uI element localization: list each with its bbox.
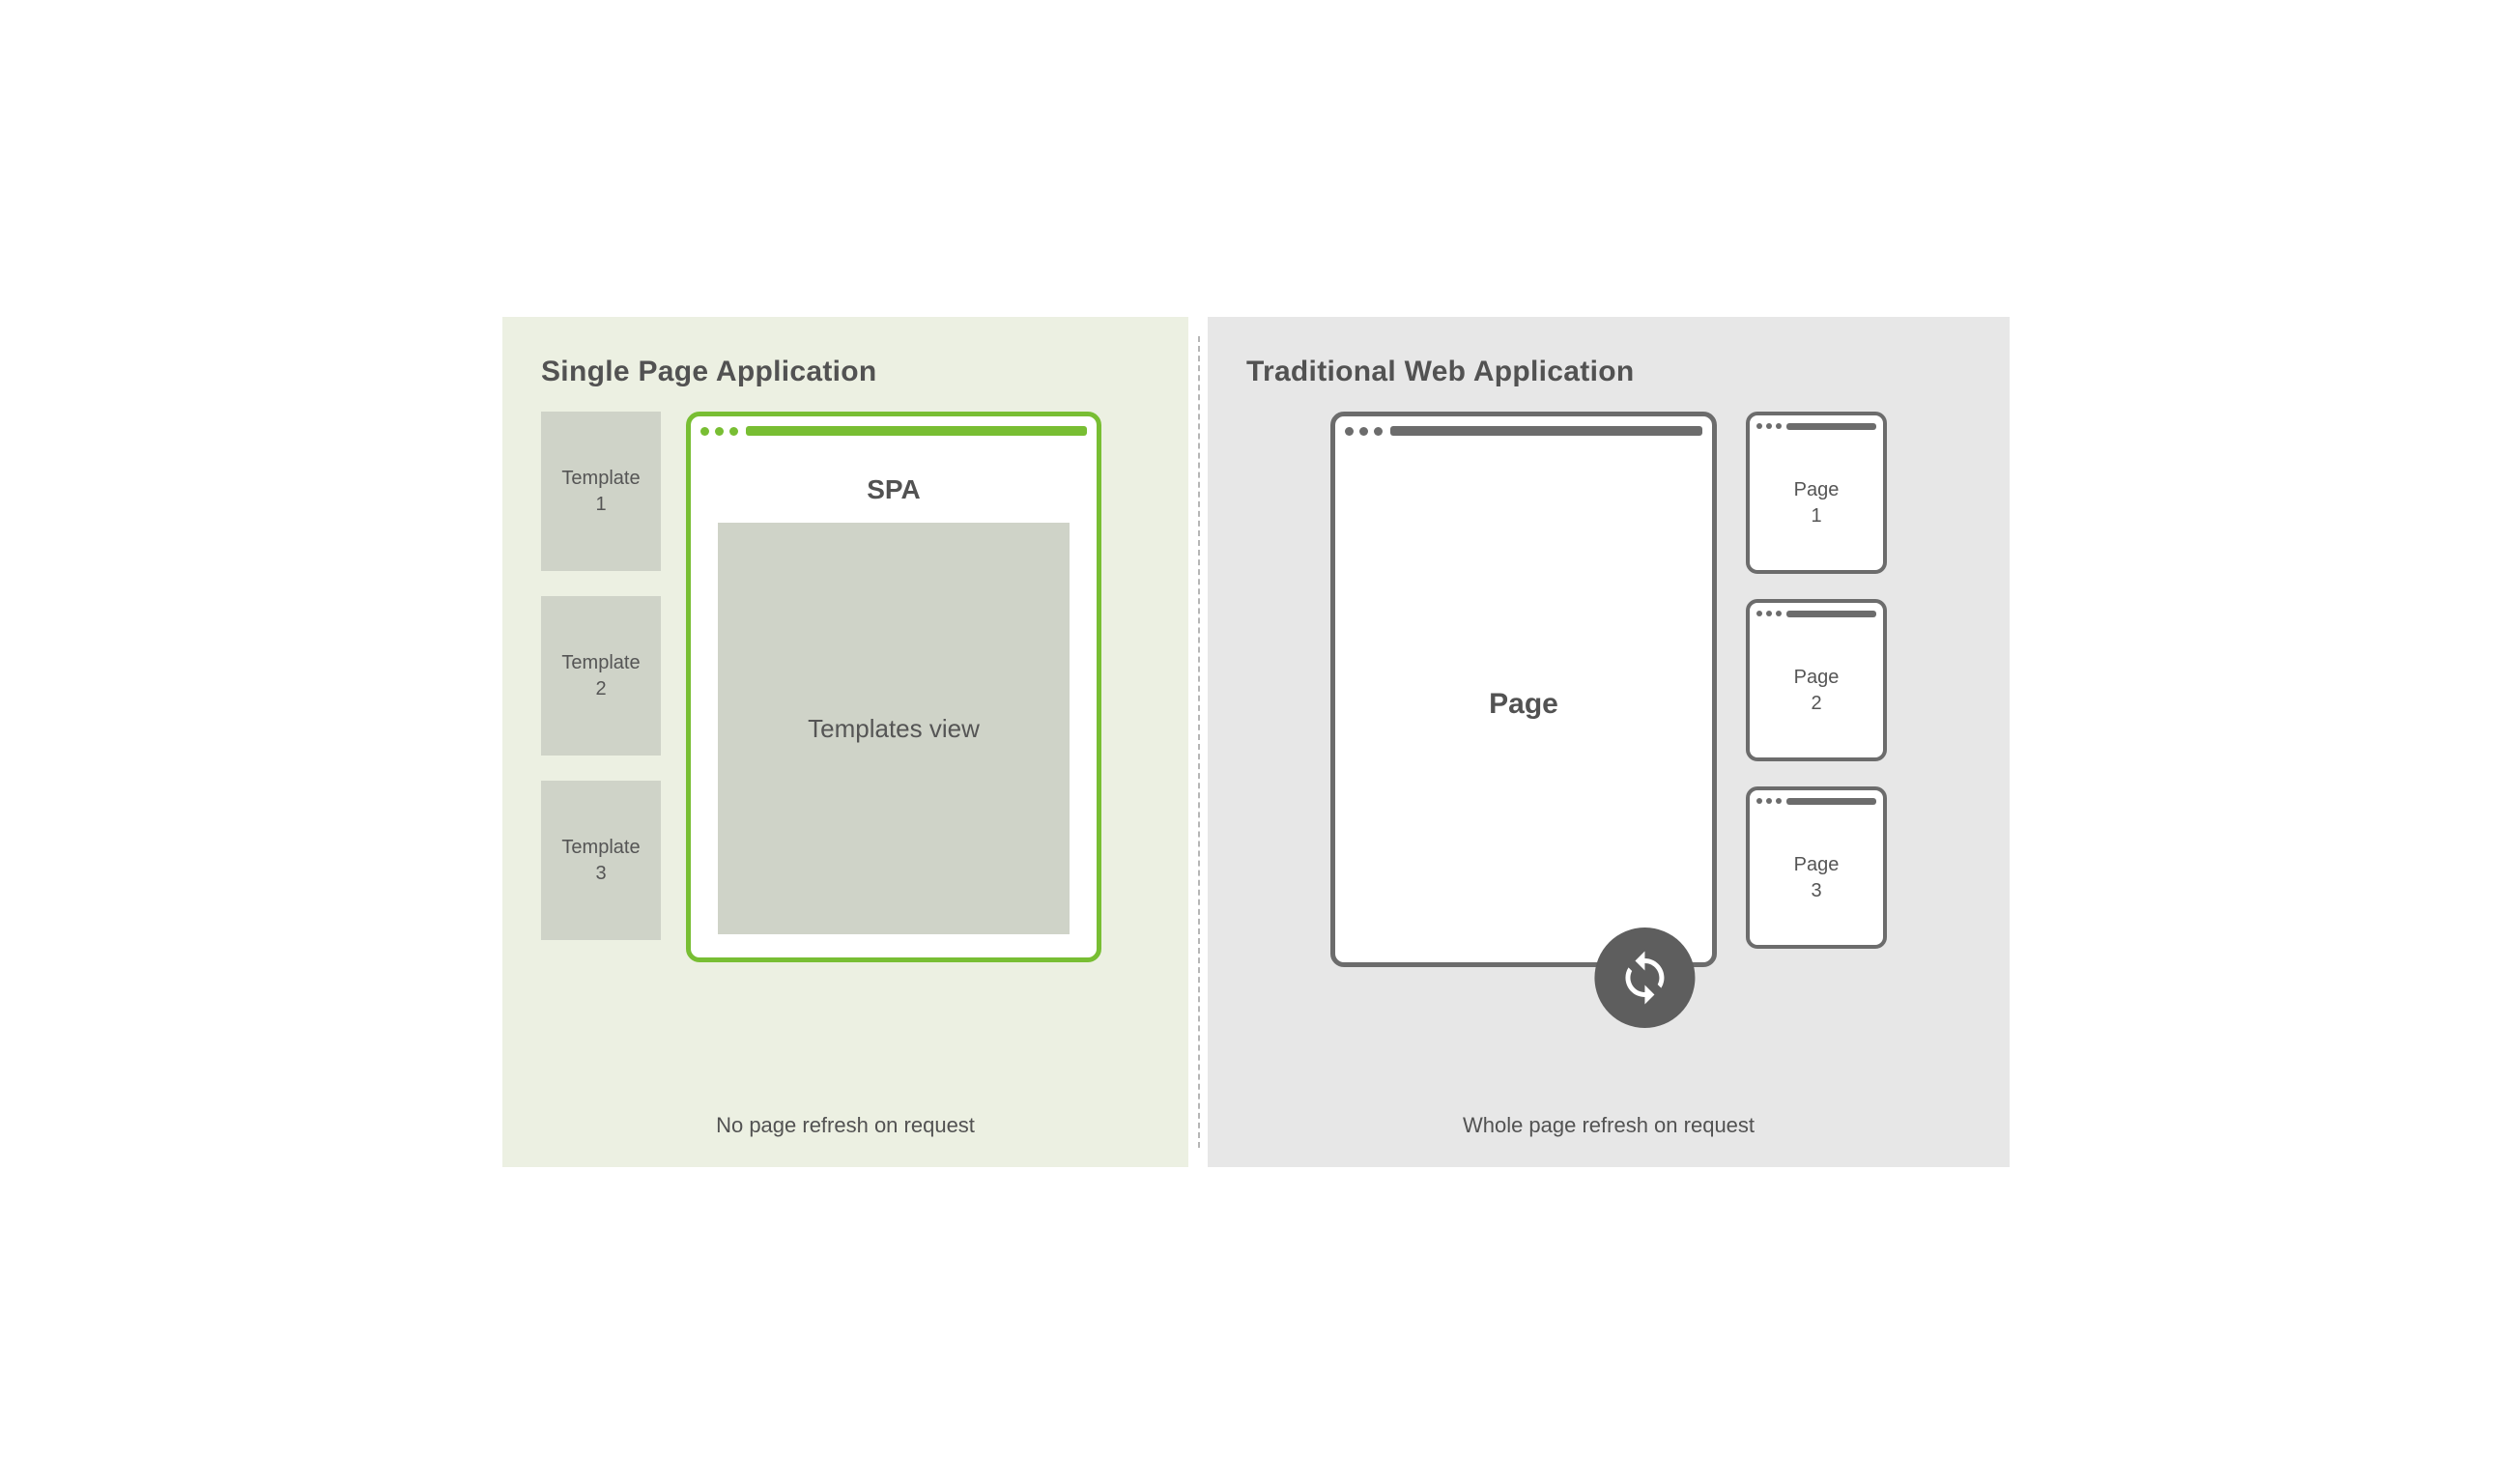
- template-tile: Template 3: [541, 781, 661, 940]
- mini-page-label: Page 3: [1750, 812, 1883, 945]
- traffic-lights-icon: [1345, 427, 1383, 436]
- mini-page-window: Page 2: [1746, 599, 1887, 761]
- browser-chrome: [1750, 790, 1883, 812]
- mini-page-label: Page 1: [1750, 437, 1883, 570]
- traditional-main-window: Page: [1330, 412, 1717, 967]
- page-stack: Page 1 Page 2 Page 3: [1746, 412, 1887, 1099]
- mini-page-label: Page 2: [1750, 624, 1883, 757]
- spa-caption: No page refresh on request: [541, 1113, 1150, 1138]
- spa-diagram: Template 1 Template 2 Template 3 SPA Tem…: [541, 412, 1150, 1094]
- address-bar-icon: [1786, 798, 1876, 805]
- address-bar-icon: [1786, 611, 1876, 617]
- browser-chrome: [1335, 416, 1712, 445]
- browser-chrome: [691, 416, 1097, 445]
- mini-page-window: Page 1: [1746, 412, 1887, 574]
- page-label: Page: [1335, 445, 1712, 962]
- template-tile: Template 1: [541, 412, 661, 571]
- browser-chrome: [1750, 415, 1883, 437]
- panel-divider: [1198, 336, 1200, 1148]
- traditional-title: Traditional Web Application: [1246, 356, 1971, 388]
- templates-view-box: Templates view: [718, 523, 1070, 934]
- traditional-panel: Traditional Web Application Page: [1208, 317, 2010, 1167]
- traditional-caption: Whole page refresh on request: [1246, 1113, 1971, 1138]
- spa-title: Single Page Application: [541, 356, 1150, 388]
- template-stack: Template 1 Template 2 Template 3: [541, 412, 661, 1094]
- traffic-lights-icon: [700, 427, 738, 436]
- spa-browser-window: SPA Templates view: [686, 412, 1101, 962]
- traffic-lights-icon: [1756, 798, 1782, 804]
- refresh-icon: [1594, 928, 1695, 1028]
- address-bar-icon: [746, 426, 1087, 436]
- address-bar-icon: [1390, 426, 1702, 436]
- address-bar-icon: [1786, 423, 1876, 430]
- traffic-lights-icon: [1756, 423, 1782, 429]
- spa-panel: Single Page Application Template 1 Templ…: [502, 317, 1188, 1167]
- browser-body: SPA Templates view: [691, 445, 1097, 957]
- browser-chrome: [1750, 603, 1883, 624]
- traditional-diagram: Page Page 1 Page 2: [1246, 412, 1971, 1099]
- spa-label: SPA: [867, 474, 921, 505]
- diagram-canvas: Single Page Application Template 1 Templ…: [502, 317, 2010, 1167]
- traffic-lights-icon: [1756, 611, 1782, 616]
- mini-page-window: Page 3: [1746, 786, 1887, 949]
- template-tile: Template 2: [541, 596, 661, 756]
